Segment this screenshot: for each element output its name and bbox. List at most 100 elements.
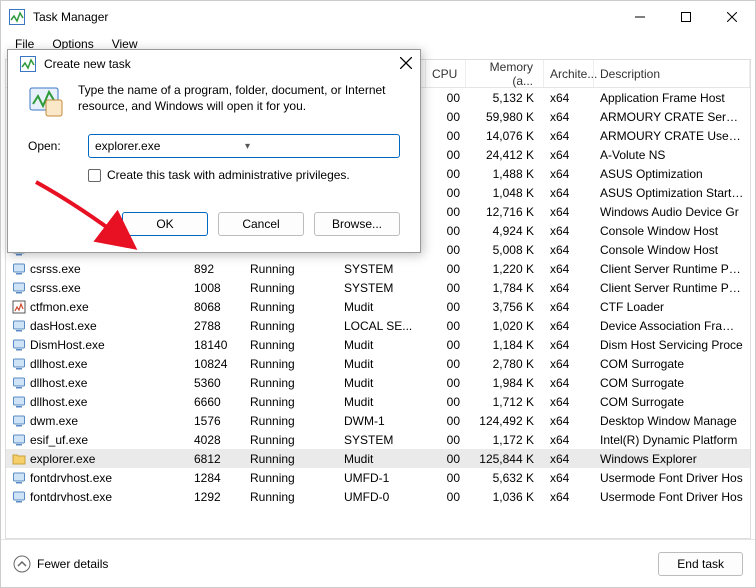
proc-name: fontdrvhost.exe — [30, 490, 112, 504]
table-row[interactable]: dwm.exe1576RunningDWM-100124,492 Kx64Des… — [6, 411, 750, 430]
proc-name: dllhost.exe — [30, 357, 87, 371]
table-row[interactable]: fontdrvhost.exe1284RunningUMFD-1005,632 … — [6, 468, 750, 487]
proc-pid: 1284 — [188, 471, 244, 485]
table-row[interactable]: DismHost.exe18140RunningMudit001,184 Kx6… — [6, 335, 750, 354]
proc-name: dasHost.exe — [30, 319, 97, 333]
table-row[interactable]: esif_uf.exe4028RunningSYSTEM001,172 Kx64… — [6, 430, 750, 449]
proc-desc: Windows Audio Device Gr — [594, 205, 750, 219]
table-row[interactable]: ctfmon.exe8068RunningMudit003,756 Kx64CT… — [6, 297, 750, 316]
close-icon — [400, 57, 412, 69]
proc-cpu: 00 — [426, 224, 466, 238]
proc-desc: Dism Host Servicing Proce — [594, 338, 750, 352]
proc-cpu: 00 — [426, 471, 466, 485]
proc-user: Mudit — [338, 452, 426, 466]
table-row[interactable]: csrss.exe892RunningSYSTEM001,220 Kx64Cli… — [6, 259, 750, 278]
proc-desc: CTF Loader — [594, 300, 750, 314]
open-combobox[interactable]: explorer.exe ▾ — [88, 134, 400, 158]
footer: Fewer details End task — [1, 539, 755, 587]
dialog-close-button[interactable] — [400, 57, 412, 72]
proc-arch: x64 — [544, 376, 594, 390]
proc-desc: Application Frame Host — [594, 91, 750, 105]
col-arch[interactable]: Archite... — [544, 60, 594, 87]
col-cpu[interactable]: CPU — [426, 60, 466, 87]
admin-label: Create this task with administrative pri… — [107, 168, 350, 182]
proc-arch: x64 — [544, 243, 594, 257]
table-row[interactable]: dllhost.exe6660RunningMudit001,712 Kx64C… — [6, 392, 750, 411]
proc-mem: 12,716 K — [466, 205, 544, 219]
proc-cpu: 00 — [426, 433, 466, 447]
proc-arch: x64 — [544, 414, 594, 428]
proc-mem: 14,076 K — [466, 129, 544, 143]
proc-arch: x64 — [544, 471, 594, 485]
proc-arch: x64 — [544, 110, 594, 124]
proc-desc: Client Server Runtime Proc — [594, 281, 750, 295]
proc-name: DismHost.exe — [30, 338, 105, 352]
proc-mem: 5,008 K — [466, 243, 544, 257]
ok-button[interactable]: OK — [122, 212, 208, 236]
proc-desc: ARMOURY CRATE User Ses — [594, 129, 750, 143]
proc-user: UMFD-1 — [338, 471, 426, 485]
proc-desc: COM Surrogate — [594, 357, 750, 371]
proc-pid: 1008 — [188, 281, 244, 295]
proc-status: Running — [244, 376, 338, 390]
proc-name: explorer.exe — [30, 452, 95, 466]
proc-user: Mudit — [338, 357, 426, 371]
proc-name: csrss.exe — [30, 262, 81, 276]
task-manager-icon — [20, 56, 36, 72]
browse-button[interactable]: Browse... — [314, 212, 400, 236]
proc-desc: ASUS Optimization — [594, 167, 750, 181]
col-memory[interactable]: Memory (a... — [466, 60, 544, 87]
proc-cpu: 00 — [426, 452, 466, 466]
proc-cpu: 00 — [426, 357, 466, 371]
proc-pid: 8068 — [188, 300, 244, 314]
proc-desc: Intel(R) Dynamic Platform — [594, 433, 750, 447]
proc-arch: x64 — [544, 490, 594, 504]
proc-desc: COM Surrogate — [594, 376, 750, 390]
proc-status: Running — [244, 300, 338, 314]
proc-mem: 1,020 K — [466, 319, 544, 333]
proc-desc: ASUS Optimization Startup — [594, 186, 750, 200]
col-desc[interactable]: Description — [594, 60, 750, 87]
dialog-description: Type the name of a program, folder, docu… — [78, 82, 400, 114]
table-row[interactable]: dllhost.exe5360RunningMudit001,984 Kx64C… — [6, 373, 750, 392]
table-row[interactable]: dllhost.exe10824RunningMudit002,780 Kx64… — [6, 354, 750, 373]
table-row[interactable]: fontdrvhost.exe1292RunningUMFD-0001,036 … — [6, 487, 750, 506]
close-button[interactable] — [709, 1, 755, 33]
minimize-button[interactable] — [617, 1, 663, 33]
proc-pid: 4028 — [188, 433, 244, 447]
proc-pid: 2788 — [188, 319, 244, 333]
maximize-button[interactable] — [663, 1, 709, 33]
table-row[interactable]: csrss.exe1008RunningSYSTEM001,784 Kx64Cl… — [6, 278, 750, 297]
proc-arch: x64 — [544, 300, 594, 314]
cancel-button[interactable]: Cancel — [218, 212, 304, 236]
proc-arch: x64 — [544, 433, 594, 447]
table-row[interactable]: explorer.exe6812RunningMudit00125,844 Kx… — [6, 449, 750, 468]
titlebar: Task Manager — [1, 1, 755, 33]
proc-cpu: 00 — [426, 414, 466, 428]
proc-user: LOCAL SE... — [338, 319, 426, 333]
proc-arch: x64 — [544, 186, 594, 200]
proc-cpu: 00 — [426, 490, 466, 504]
proc-desc: Desktop Window Manage — [594, 414, 750, 428]
admin-checkbox[interactable] — [88, 169, 101, 182]
table-row[interactable]: dasHost.exe2788RunningLOCAL SE...001,020… — [6, 316, 750, 335]
proc-status: Running — [244, 414, 338, 428]
end-task-button[interactable]: End task — [658, 552, 743, 576]
proc-name: fontdrvhost.exe — [30, 471, 112, 485]
proc-mem: 1,220 K — [466, 262, 544, 276]
proc-status: Running — [244, 338, 338, 352]
proc-status: Running — [244, 262, 338, 276]
chevron-up-circle-icon — [13, 555, 31, 573]
proc-desc: Usermode Font Driver Hos — [594, 490, 750, 504]
proc-arch: x64 — [544, 148, 594, 162]
proc-arch: x64 — [544, 281, 594, 295]
proc-cpu: 00 — [426, 129, 466, 143]
proc-pid: 10824 — [188, 357, 244, 371]
proc-pid: 1292 — [188, 490, 244, 504]
proc-cpu: 00 — [426, 148, 466, 162]
proc-arch: x64 — [544, 262, 594, 276]
proc-mem: 5,132 K — [466, 91, 544, 105]
proc-cpu: 00 — [426, 91, 466, 105]
fewer-details-button[interactable]: Fewer details — [13, 555, 108, 573]
proc-user: SYSTEM — [338, 281, 426, 295]
